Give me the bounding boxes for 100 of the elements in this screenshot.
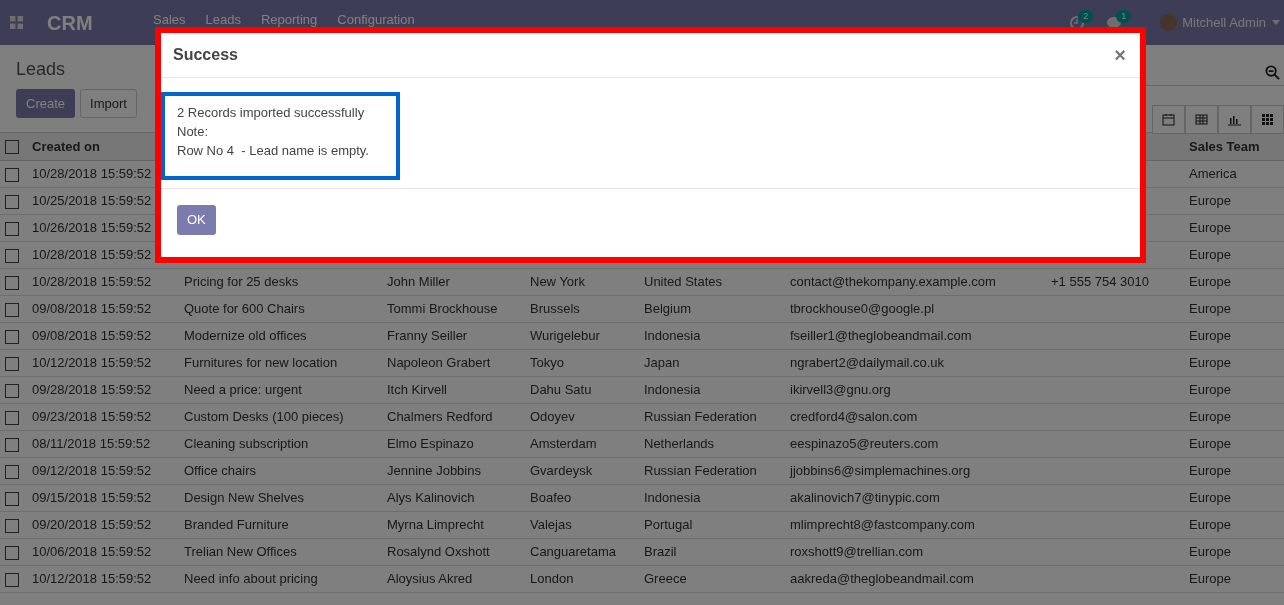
row-checkbox[interactable] [5, 356, 19, 371]
row-checkbox[interactable] [5, 221, 19, 236]
kanban-view-button[interactable] [1251, 105, 1284, 134]
table-cell: Branded Furniture [184, 517, 289, 533]
table-cell: Greece [644, 571, 687, 587]
row-checkbox[interactable] [5, 140, 19, 155]
table-row[interactable]: 10/28/2018 15:59:52 Pricing for 25 desks John Miller New York United States contact@thekompany.example.com +1 555 754 3010 Europe [0, 268, 1284, 296]
table-cell: Brussels [530, 301, 580, 317]
table-row[interactable]: 09/15/2018 15:59:52 Design New Shelves Alys Kalinovich Boafeo Indonesia akalinovich7@tinypic.com Europe [0, 484, 1284, 512]
table-cell: Gvardeysk [530, 463, 593, 479]
table-row[interactable]: 09/12/2018 15:59:52 Office chairs Jennine Jobbins Gvardeysk Russian Federation jjobbins6@simplemachines.org Europe [0, 457, 1284, 485]
menu-item[interactable]: Leads [205, 13, 241, 26]
table-cell: Indonesia [644, 382, 701, 398]
message-line: 2 Records imported successfully [177, 104, 366, 122]
table-cell: New York [530, 274, 585, 290]
pivot-view-button[interactable] [1185, 105, 1218, 134]
table-cell: 10/28/2018 15:59:52 [32, 274, 152, 290]
calendar-view-button[interactable] [1152, 105, 1185, 134]
row-checkbox[interactable] [5, 167, 19, 182]
table-row[interactable]: 10/06/2018 15:59:52 Trelian New Offices Rosalynd Oxshott Canguaretama Brazil roxshott9@trellian.com Europe [0, 538, 1284, 566]
row-checkbox[interactable] [5, 302, 19, 317]
table-cell: Europe [1189, 544, 1231, 560]
table-cell: 09/28/2018 15:59:52 [32, 382, 152, 398]
table-cell: John Miller [387, 274, 450, 290]
table-cell: Europe [1189, 409, 1231, 425]
table-cell: Jennine Jobbins [387, 463, 481, 479]
table-cell: Elmo Espinazo [387, 436, 474, 452]
calendar-icon [1162, 113, 1175, 126]
table-cell: Europe [1189, 382, 1231, 398]
table-cell: Europe [1189, 274, 1231, 290]
table-row[interactable]: 09/28/2018 15:59:52 Need a price: urgent Itch Kirvell Dahu Satu Indonesia ikirvell3@gnu.org Europe [0, 376, 1284, 404]
table-cell: Quote for 600 Chairs [184, 301, 305, 317]
bar-chart-icon [1228, 113, 1241, 126]
table-cell: 10/06/2018 15:59:52 [32, 544, 152, 560]
row-checkbox[interactable] [5, 383, 19, 398]
menu-item[interactable]: Configuration [337, 13, 415, 26]
table-cell: Belgium [644, 301, 691, 317]
table-row[interactable]: 09/20/2018 15:59:52 Branded Furniture Myrna Limprecht Valejas Portugal mlimprecht8@fastcompany.com Europe [0, 511, 1284, 539]
table-cell: +1 555 754 3010 [1051, 274, 1149, 290]
grid-icon [1261, 113, 1274, 126]
column-header[interactable]: Created on [32, 138, 100, 154]
table-cell: Europe [1189, 220, 1231, 236]
table-row[interactable]: 08/11/2018 15:59:52 Cleaning subscription Elmo Espinazo Amsterdam Netherlands eespinazo5@reuters.com Europe [0, 430, 1284, 458]
table-cell: Europe [1189, 571, 1231, 587]
table-cell: mlimprecht8@fastcompany.com [790, 517, 975, 533]
table-cell: ikirvell3@gnu.org [790, 382, 891, 398]
row-checkbox[interactable] [5, 194, 19, 209]
row-checkbox[interactable] [5, 518, 19, 533]
table-cell: Myrna Limprecht [387, 517, 484, 533]
table-cell: Napoleon Grabert [387, 355, 491, 371]
table-cell: 09/12/2018 15:59:52 [32, 463, 152, 479]
table-cell: America [1189, 166, 1237, 182]
close-button[interactable]: × [1114, 45, 1126, 65]
table-cell: Europe [1189, 490, 1231, 506]
ok-button[interactable]: OK [177, 205, 216, 235]
graph-view-button[interactable] [1218, 105, 1251, 134]
import-button[interactable]: Import [80, 89, 137, 118]
table-cell: Valejas [530, 517, 572, 533]
menu-item[interactable]: Sales [153, 13, 186, 26]
row-checkbox[interactable] [5, 275, 19, 290]
table-row[interactable]: 10/12/2018 15:59:52 Need info about pricing Aloysius Akred London Greece aakreda@theglobeandmail.com Europe [0, 565, 1284, 593]
table-cell: jjobbins6@simplemachines.org [790, 463, 971, 479]
table-cell: Need info about pricing [184, 571, 318, 587]
row-checkbox[interactable] [5, 491, 19, 506]
table-cell: 10/25/2018 15:59:52 [32, 193, 152, 209]
create-button[interactable]: Create [16, 89, 76, 118]
table-cell: 08/11/2018 15:59:52 [32, 436, 151, 452]
row-checkbox[interactable] [5, 464, 19, 479]
table-cell: Furnitures for new location [184, 355, 338, 371]
table-row[interactable]: 09/08/2018 15:59:52 Quote for 600 Chairs Tommi Brockhouse Brussels Belgium tbrockhouse0@google.pl Europe [0, 295, 1284, 323]
table-icon [1195, 113, 1208, 126]
table-cell: eespinazo5@reuters.com [790, 436, 939, 452]
row-checkbox[interactable] [5, 437, 19, 452]
table-cell: Design New Shelves [184, 490, 304, 506]
dialog-title: Success [173, 45, 238, 65]
clock-icon[interactable] [1070, 15, 1085, 30]
table-cell: 10/12/2018 15:59:52 [32, 355, 152, 371]
app-name: CRM [47, 10, 94, 36]
message-badge: 1 [1116, 9, 1132, 23]
row-checkbox[interactable] [5, 572, 19, 587]
table-row[interactable]: 09/23/2018 15:59:52 Custom Desks (100 pieces) Chalmers Redford Odoyev Russian Federation credford4@salon.com Europe [0, 403, 1284, 431]
table-cell: Tokyo [530, 355, 564, 371]
table-cell: United States [644, 274, 723, 290]
row-checkbox[interactable] [5, 545, 19, 560]
table-cell: 10/26/2018 15:59:52 [32, 220, 152, 236]
table-cell: 09/23/2018 15:59:52 [32, 409, 152, 425]
menu-item[interactable]: Reporting [260, 13, 318, 26]
table-cell: fseiller1@theglobeandmail.com [790, 328, 972, 344]
table-cell: contact@thekompany.example.com [790, 274, 996, 290]
table-cell: roxshott9@trellian.com [790, 544, 924, 560]
table-cell: Tommi Brockhouse [387, 301, 498, 317]
row-checkbox[interactable] [5, 248, 19, 263]
table-row[interactable]: 09/08/2018 15:59:52 Modernize old offices Franny Seiller Wurigelebur Indonesia fseiller1@theglobeandmail.com Europe [0, 322, 1284, 350]
column-header[interactable]: Sales Team [1189, 138, 1260, 154]
table-cell: Russian Federation [644, 463, 757, 479]
table-cell: Netherlands [644, 436, 715, 452]
table-row[interactable]: 10/12/2018 15:59:52 Furnitures for new location Napoleon Grabert Tokyo Japan ngrabert2@dailymail.co.uk Europe [0, 349, 1284, 377]
row-checkbox[interactable] [5, 329, 19, 344]
table-cell: Wurigelebur [530, 328, 600, 344]
row-checkbox[interactable] [5, 410, 19, 425]
